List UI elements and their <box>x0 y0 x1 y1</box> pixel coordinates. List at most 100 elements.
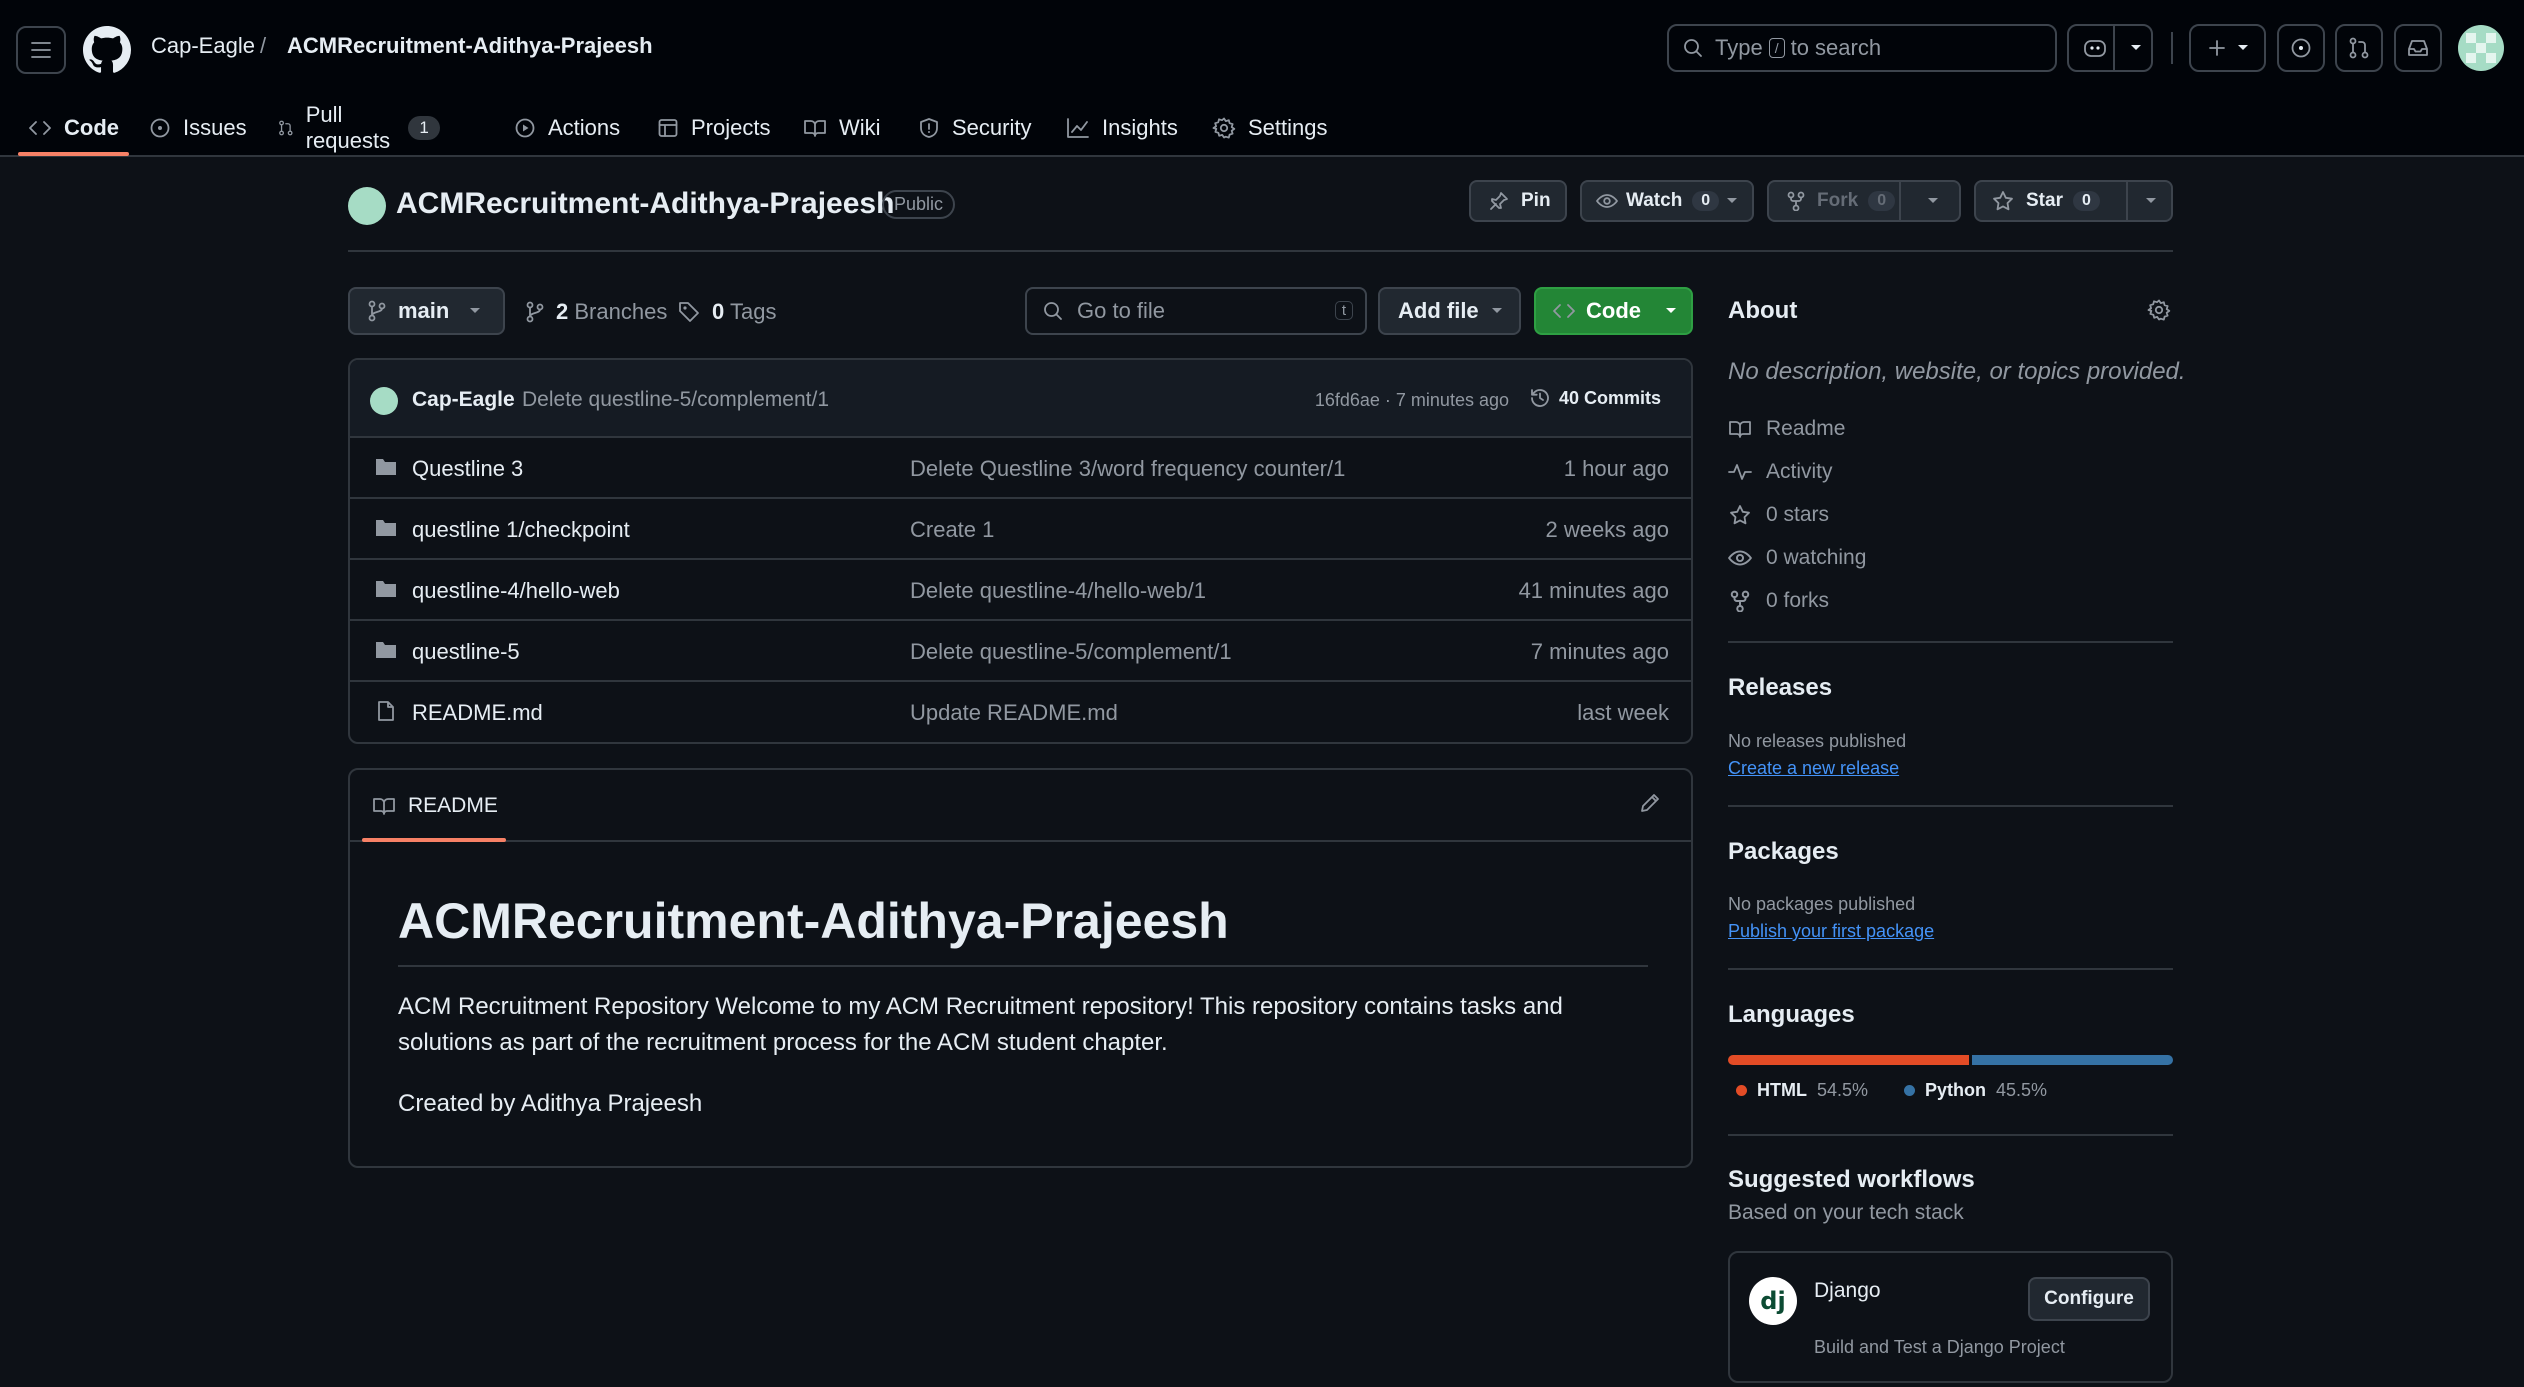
file-commit-message[interactable]: Delete Questline 3/word frequency counte… <box>910 456 1345 482</box>
pull-requests-button[interactable] <box>2335 24 2383 72</box>
search-input[interactable]: Type / to search <box>1667 24 2057 72</box>
tab-actions[interactable]: Actions <box>514 100 620 156</box>
repo-title[interactable]: ACMRecruitment-Adithya-Prajeesh <box>396 187 894 221</box>
gear-icon[interactable] <box>2147 298 2171 322</box>
code-button[interactable]: Code <box>1534 287 1693 335</box>
tags-link[interactable]: 0 Tags <box>678 299 776 325</box>
chevron-down-icon <box>1727 198 1737 203</box>
fork-icon <box>1730 590 1750 612</box>
tab-label: Pull requests <box>305 102 391 153</box>
breadcrumb-owner[interactable]: Cap-Eagle <box>151 33 255 59</box>
fork-icon <box>1787 191 1805 211</box>
file-commit-message[interactable]: Update README.md <box>910 700 1118 726</box>
file-commit-message[interactable]: Delete questline-4/hello-web/1 <box>910 578 1206 604</box>
watch-button[interactable]: Watch 0 <box>1580 180 1754 222</box>
commit-author-avatar[interactable] <box>370 387 398 415</box>
publish-package-link[interactable]: Publish your first package <box>1728 921 1934 942</box>
tab-code[interactable]: Code <box>18 100 129 156</box>
language-dot <box>1736 1085 1747 1096</box>
file-name[interactable]: README.md <box>412 700 543 726</box>
tab-insights[interactable]: Insights <box>1066 100 1178 156</box>
tab-pull-requests[interactable]: Pull requests 1 <box>278 100 440 156</box>
readme-panel: README ACMRecruitment-Adithya-Prajeesh A… <box>348 768 1693 1168</box>
sidebar-divider <box>1728 968 2173 970</box>
star-button[interactable]: Star 0 <box>1974 180 2173 222</box>
commit-hash-time[interactable]: 16fd6ae · 7 minutes ago <box>1315 390 1509 411</box>
file-row[interactable]: Questline 3 Delete Questline 3/word freq… <box>350 438 1691 499</box>
chevron-down-icon <box>470 308 481 313</box>
branch-selector[interactable]: main <box>348 287 505 335</box>
breadcrumb-repo[interactable]: ACMRecruitment-Adithya-Prajeesh <box>287 33 653 59</box>
tag-icon <box>679 302 699 322</box>
tab-label: Actions <box>548 115 621 140</box>
user-avatar[interactable] <box>2458 25 2504 71</box>
add-file-button[interactable]: Add file <box>1378 287 1521 335</box>
commit-author[interactable]: Cap-Eagle <box>412 388 515 412</box>
go-to-file-input[interactable]: Go to file t <box>1025 287 1367 335</box>
tab-security[interactable]: Security <box>918 100 1031 156</box>
table-icon <box>658 119 678 137</box>
readme-tab[interactable]: README <box>372 794 498 818</box>
workflows-subtitle: Based on your tech stack <box>1728 1201 1964 1224</box>
readme-title-divider <box>398 965 1648 967</box>
play-icon <box>515 118 535 138</box>
pin-button[interactable]: Pin <box>1469 180 1567 222</box>
about-stars-link[interactable]: 0 stars <box>1728 503 1829 527</box>
create-release-link[interactable]: Create a new release <box>1728 758 1899 779</box>
issue-icon <box>2291 38 2311 58</box>
tags-label: Tags <box>729 299 777 324</box>
fork-button[interactable]: Fork 0 <box>1767 180 1961 222</box>
about-forks-link[interactable]: 0 forks <box>1728 589 1829 613</box>
copilot-button[interactable] <box>2067 24 2153 72</box>
sidebar-divider <box>1728 641 2173 643</box>
issues-button[interactable] <box>2277 24 2325 72</box>
languages-heading: Languages <box>1728 1001 1855 1028</box>
packages-heading[interactable]: Packages <box>1728 838 1839 866</box>
file-row[interactable]: questline-5 Delete questline-5/complemen… <box>350 621 1691 682</box>
star-icon <box>1993 191 2013 211</box>
github-logo-icon[interactable] <box>83 26 131 74</box>
chevron-down-icon <box>2131 45 2141 50</box>
header-divider <box>2171 32 2173 64</box>
file-name[interactable]: questline-5 <box>412 639 520 665</box>
language-name: Python <box>1925 1080 1986 1100</box>
configure-button[interactable]: Configure <box>2028 1277 2150 1321</box>
create-new-button[interactable] <box>2189 24 2266 72</box>
file-commit-message[interactable]: Create 1 <box>910 517 994 543</box>
branches-label: Branches <box>574 299 668 324</box>
inbox-button[interactable] <box>2394 24 2442 72</box>
commit-message[interactable]: Delete questline-5/complement/1 <box>522 388 829 412</box>
file-commit-date: 7 minutes ago <box>1530 639 1669 664</box>
file-row[interactable]: questline-4/hello-web Delete questline-4… <box>350 560 1691 621</box>
commits-link[interactable]: 40 Commits <box>1529 387 1661 409</box>
tab-projects[interactable]: Projects <box>657 100 770 156</box>
file-name[interactable]: questline-4/hello-web <box>412 578 620 604</box>
tab-label: Code <box>64 115 119 140</box>
file-row[interactable]: README.md Update README.md last week <box>350 682 1691 742</box>
pulse-icon <box>1728 464 1752 480</box>
releases-heading[interactable]: Releases <box>1728 674 1832 702</box>
about-activity-link[interactable]: Activity <box>1728 460 1833 484</box>
about-watching-link[interactable]: 0 watching <box>1728 546 1866 570</box>
file-commit-message[interactable]: Delete questline-5/complement/1 <box>910 639 1232 665</box>
repo-owner-avatar[interactable] <box>348 187 386 225</box>
about-readme-link[interactable]: Readme <box>1728 417 1845 441</box>
search-icon <box>1684 39 1702 57</box>
branches-link[interactable]: 2 Branches <box>526 299 667 325</box>
branches-count: 2 <box>556 299 569 324</box>
issue-icon <box>150 118 170 138</box>
file-name[interactable]: Questline 3 <box>412 456 523 482</box>
file-row[interactable]: questline 1/checkpoint Create 1 2 weeks … <box>350 499 1691 560</box>
file-name[interactable]: questline 1/checkpoint <box>412 517 630 543</box>
language-html[interactable]: HTML 54.5% <box>1736 1080 1868 1101</box>
fork-count: 0 <box>1868 191 1896 211</box>
language-dot <box>1904 1085 1915 1096</box>
star-button-divider <box>2126 182 2128 220</box>
tab-settings[interactable]: Settings <box>1212 100 1328 156</box>
pencil-icon[interactable] <box>1639 792 1661 814</box>
tab-wiki[interactable]: Wiki <box>803 100 881 156</box>
menu-button[interactable] <box>16 26 66 74</box>
language-python[interactable]: Python 45.5% <box>1904 1080 2047 1101</box>
tab-issues[interactable]: Issues <box>149 100 247 156</box>
code-label: Code <box>1586 298 1641 323</box>
